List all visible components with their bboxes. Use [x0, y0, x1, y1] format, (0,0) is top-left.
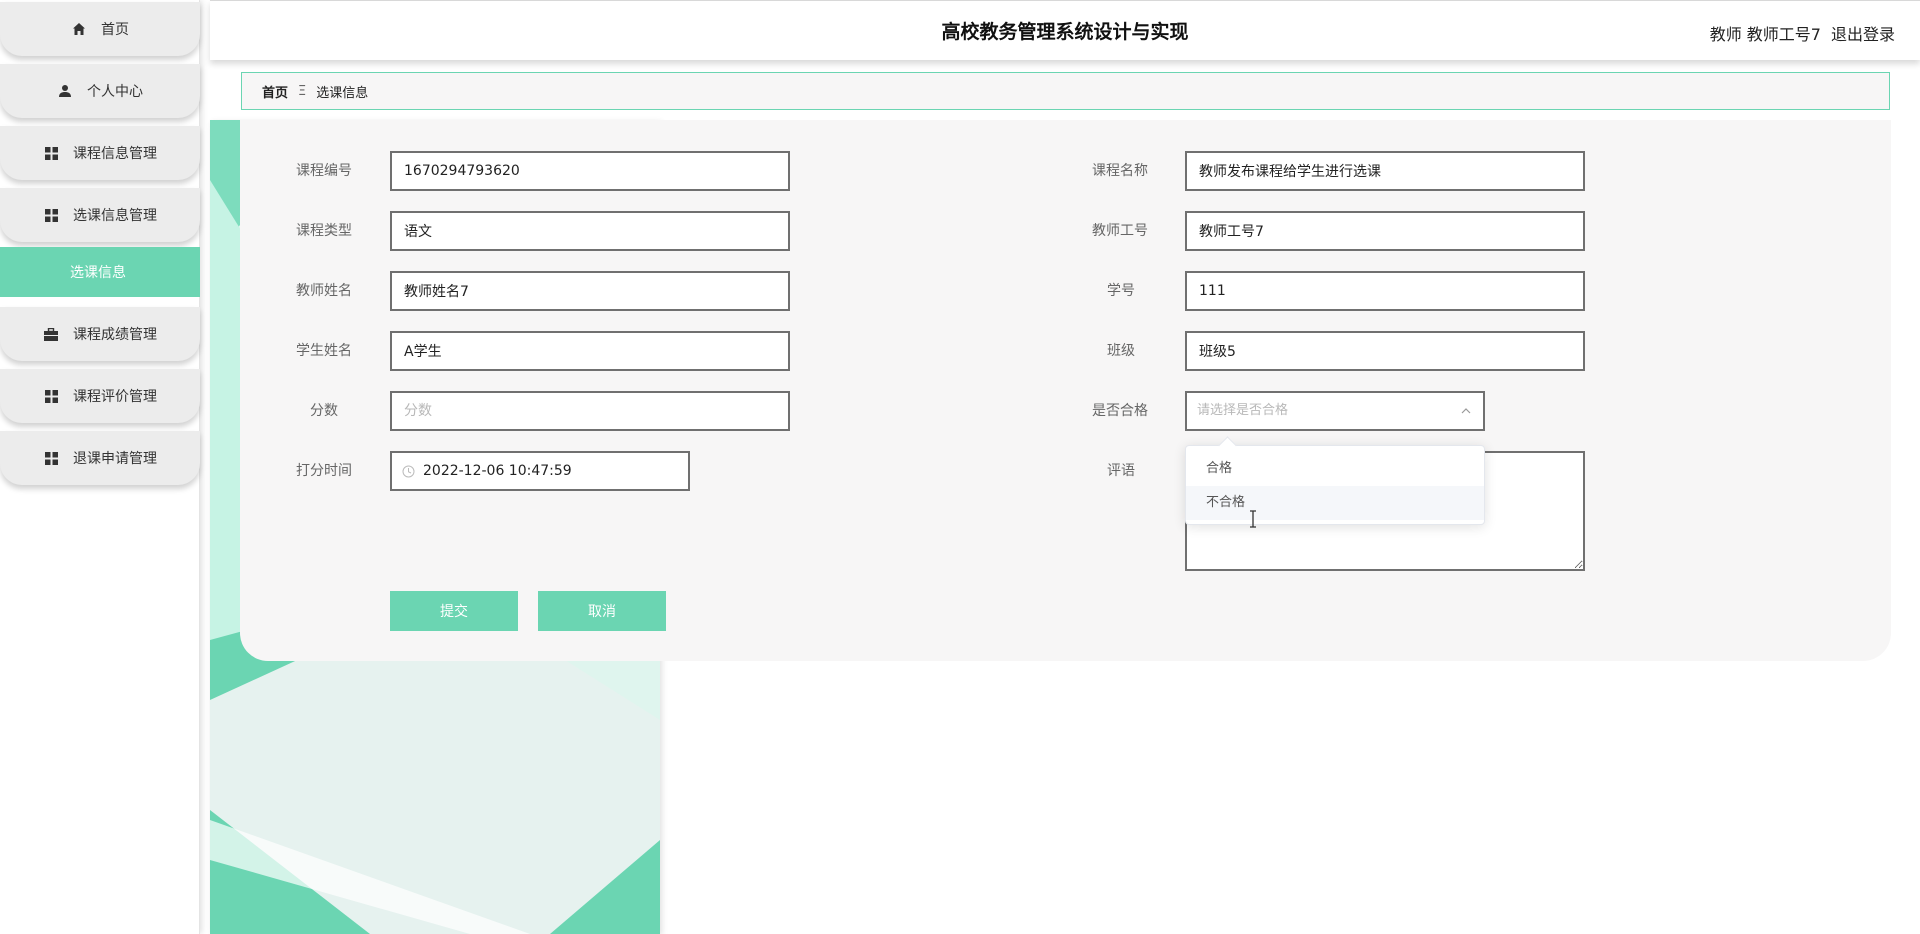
teacher-id-input[interactable]: [1185, 211, 1585, 251]
pass-dropdown: 合格 不合格: [1185, 445, 1485, 525]
pass-select-placeholder: 请选择是否合格: [1197, 403, 1289, 418]
student-id-label: 学号: [1107, 283, 1135, 299]
user-icon: [57, 83, 73, 99]
sidebar-item-withdraw[interactable]: 退课申请管理: [0, 431, 200, 485]
briefcase-icon: [43, 326, 59, 342]
page-title: 高校教务管理系统设计与实现: [941, 21, 1189, 43]
sidebar: 首页 个人中心 课程信息管理 选课信息管理 选课信息 课程成绩管理 课程评价管理: [0, 0, 200, 934]
score-input[interactable]: [390, 391, 790, 431]
course-type-label: 课程类型: [296, 223, 352, 239]
pass-select[interactable]: 请选择是否合格: [1185, 391, 1485, 431]
dropdown-option-pass[interactable]: 合格: [1186, 452, 1484, 486]
sidebar-item-evaluation[interactable]: 课程评价管理: [0, 369, 200, 423]
teacher-id-label: 教师工号: [1092, 223, 1148, 239]
cancel-button[interactable]: 取消: [538, 591, 666, 631]
dropdown-option-fail[interactable]: 不合格: [1186, 486, 1484, 520]
course-name-label: 课程名称: [1092, 163, 1148, 179]
header-user-area: 教师 教师工号7 退出登录: [1710, 21, 1895, 45]
home-icon: [71, 21, 87, 37]
logout-link[interactable]: 退出登录: [1831, 21, 1895, 45]
score-time-picker[interactable]: 2022-12-06 10:47:59: [390, 451, 690, 491]
class-label: 班级: [1107, 343, 1135, 359]
breadcrumb-home[interactable]: 首页: [262, 82, 288, 101]
student-id-input[interactable]: [1185, 271, 1585, 311]
sidebar-subitem-selection[interactable]: 选课信息: [0, 247, 200, 297]
sidebar-item-course-info[interactable]: 课程信息管理: [0, 126, 200, 180]
breadcrumb-separator: Ξ: [298, 83, 307, 99]
course-type-input[interactable]: [390, 211, 790, 251]
sidebar-item-label: 课程成绩管理: [73, 327, 157, 343]
breadcrumb-current: 选课信息: [316, 85, 369, 101]
score-label: 分数: [310, 403, 338, 419]
sidebar-item-label: 选课信息管理: [73, 208, 157, 224]
clock-icon: [402, 465, 415, 477]
pass-label: 是否合格: [1092, 403, 1148, 419]
current-user: 教师 教师工号7: [1709, 25, 1821, 44]
student-name-input[interactable]: [390, 331, 790, 371]
chevron-up-icon: [1461, 408, 1471, 414]
comment-label: 评语: [1107, 463, 1135, 479]
sidebar-item-label: 个人中心: [87, 84, 143, 100]
top-header: 高校教务管理系统设计与实现 教师 教师工号7 退出登录: [210, 0, 1920, 60]
grid-icon: [43, 388, 59, 404]
sidebar-item-label: 首页: [101, 22, 129, 38]
text-cursor-icon: [1250, 510, 1256, 528]
sidebar-item-grades[interactable]: 课程成绩管理: [0, 307, 200, 361]
sidebar-item-home[interactable]: 首页: [0, 2, 200, 56]
sidebar-item-label: 课程评价管理: [73, 389, 157, 405]
sidebar-item-personal-center[interactable]: 个人中心: [0, 64, 200, 118]
breadcrumb: 首页 Ξ 选课信息: [241, 72, 1890, 110]
grid-icon: [43, 145, 59, 161]
score-time-value: 2022-12-06 10:47:59: [423, 463, 572, 479]
course-name-input[interactable]: [1185, 151, 1585, 191]
score-time-label: 打分时间: [296, 463, 352, 479]
sidebar-item-label: 课程信息管理: [73, 146, 157, 162]
course-id-label: 课程编号: [296, 163, 352, 179]
course-id-input[interactable]: [390, 151, 790, 191]
submit-button[interactable]: 提交: [390, 591, 518, 631]
teacher-name-label: 教师姓名: [296, 283, 352, 299]
grid-icon: [43, 450, 59, 466]
sidebar-item-selection-info[interactable]: 选课信息管理: [0, 188, 200, 242]
teacher-name-input[interactable]: [390, 271, 790, 311]
grid-icon: [43, 207, 59, 223]
student-name-label: 学生姓名: [296, 343, 352, 359]
class-input[interactable]: [1185, 331, 1585, 371]
sidebar-item-label: 退课申请管理: [73, 451, 157, 467]
